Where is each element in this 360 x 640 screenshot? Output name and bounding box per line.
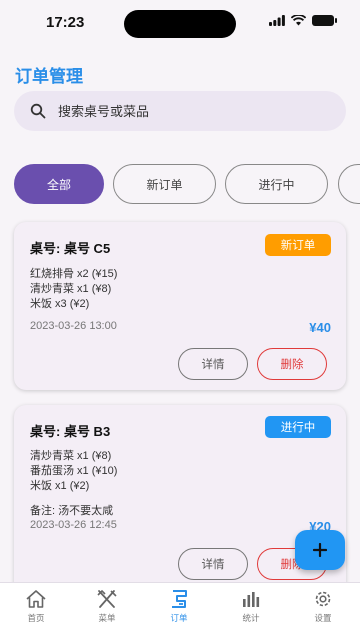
bar-chart-icon bbox=[243, 592, 260, 607]
nav-item-orders[interactable]: 订单 bbox=[149, 589, 209, 624]
order-item: 红烧排骨 x2 (¥15) bbox=[30, 268, 118, 280]
filter-chip-more[interactable] bbox=[338, 164, 360, 204]
filter-chip-in-progress[interactable]: 进行中 bbox=[225, 164, 328, 204]
order-item: 清炒青菜 x1 (¥8) bbox=[30, 450, 112, 462]
nav-label: 订单 bbox=[170, 613, 188, 623]
status-badge: 新订单 bbox=[265, 234, 331, 256]
order-card[interactable]: 桌号: 桌号 C5 新订单 红烧排骨 x2 (¥15) 清炒青菜 x1 (¥8)… bbox=[14, 222, 346, 390]
status-icons bbox=[269, 15, 337, 26]
order-note: 备注: 汤不要太咸 bbox=[30, 505, 114, 517]
add-order-button[interactable] bbox=[295, 530, 345, 570]
order-card[interactable]: 桌号: 桌号 B3 进行中 清炒青菜 x1 (¥8) 番茄蛋汤 x1 (¥10)… bbox=[14, 405, 346, 605]
nav-label: 菜单 bbox=[98, 613, 116, 623]
bottom-nav: 首页 菜单 订单 统计 设置 bbox=[0, 582, 360, 640]
gear-icon bbox=[315, 591, 331, 607]
detail-button[interactable]: 详情 bbox=[178, 348, 248, 380]
nav-item-stats[interactable]: 统计 bbox=[221, 589, 281, 624]
plus-icon bbox=[313, 543, 327, 557]
camera-notch bbox=[124, 10, 236, 38]
wifi-icon bbox=[291, 15, 306, 26]
detail-button[interactable]: 详情 bbox=[178, 548, 248, 580]
battery-icon bbox=[312, 15, 337, 26]
search-icon bbox=[30, 103, 46, 119]
nav-item-home[interactable]: 首页 bbox=[6, 589, 66, 624]
status-time: 17:23 bbox=[46, 14, 85, 31]
nav-item-menu[interactable]: 菜单 bbox=[77, 589, 137, 624]
search-bar[interactable] bbox=[14, 91, 346, 131]
order-item: 米饭 x1 (¥2) bbox=[30, 480, 90, 492]
receipt-icon bbox=[172, 590, 187, 608]
order-item: 米饭 x3 (¥2) bbox=[30, 298, 90, 310]
filter-chip-new[interactable]: 新订单 bbox=[113, 164, 216, 204]
filter-chip-all[interactable]: 全部 bbox=[14, 164, 104, 204]
order-table-number: 桌号: 桌号 B3 bbox=[30, 424, 111, 439]
order-time: 2023-03-26 13:00 bbox=[30, 320, 117, 332]
filter-chips: 全部 新订单 进行中 bbox=[14, 164, 360, 204]
page-title: 订单管理 bbox=[15, 67, 83, 86]
home-icon bbox=[26, 590, 46, 608]
delete-button[interactable]: 删除 bbox=[257, 348, 327, 380]
search-input[interactable] bbox=[58, 103, 308, 119]
nav-label: 首页 bbox=[27, 613, 45, 623]
utensils-icon bbox=[97, 589, 117, 608]
order-time: 2023-03-26 12:45 bbox=[30, 519, 117, 531]
status-bar: 17:23 bbox=[0, 0, 360, 46]
nav-label: 设置 bbox=[314, 613, 332, 623]
nav-item-settings[interactable]: 设置 bbox=[293, 589, 353, 624]
nav-label: 统计 bbox=[242, 613, 260, 623]
order-item: 番茄蛋汤 x1 (¥10) bbox=[30, 465, 118, 477]
order-amount: ¥40 bbox=[309, 320, 331, 335]
signal-icon bbox=[269, 15, 285, 26]
order-table-number: 桌号: 桌号 C5 bbox=[30, 241, 111, 256]
order-item: 清炒青菜 x1 (¥8) bbox=[30, 283, 112, 295]
status-badge: 进行中 bbox=[265, 416, 331, 438]
